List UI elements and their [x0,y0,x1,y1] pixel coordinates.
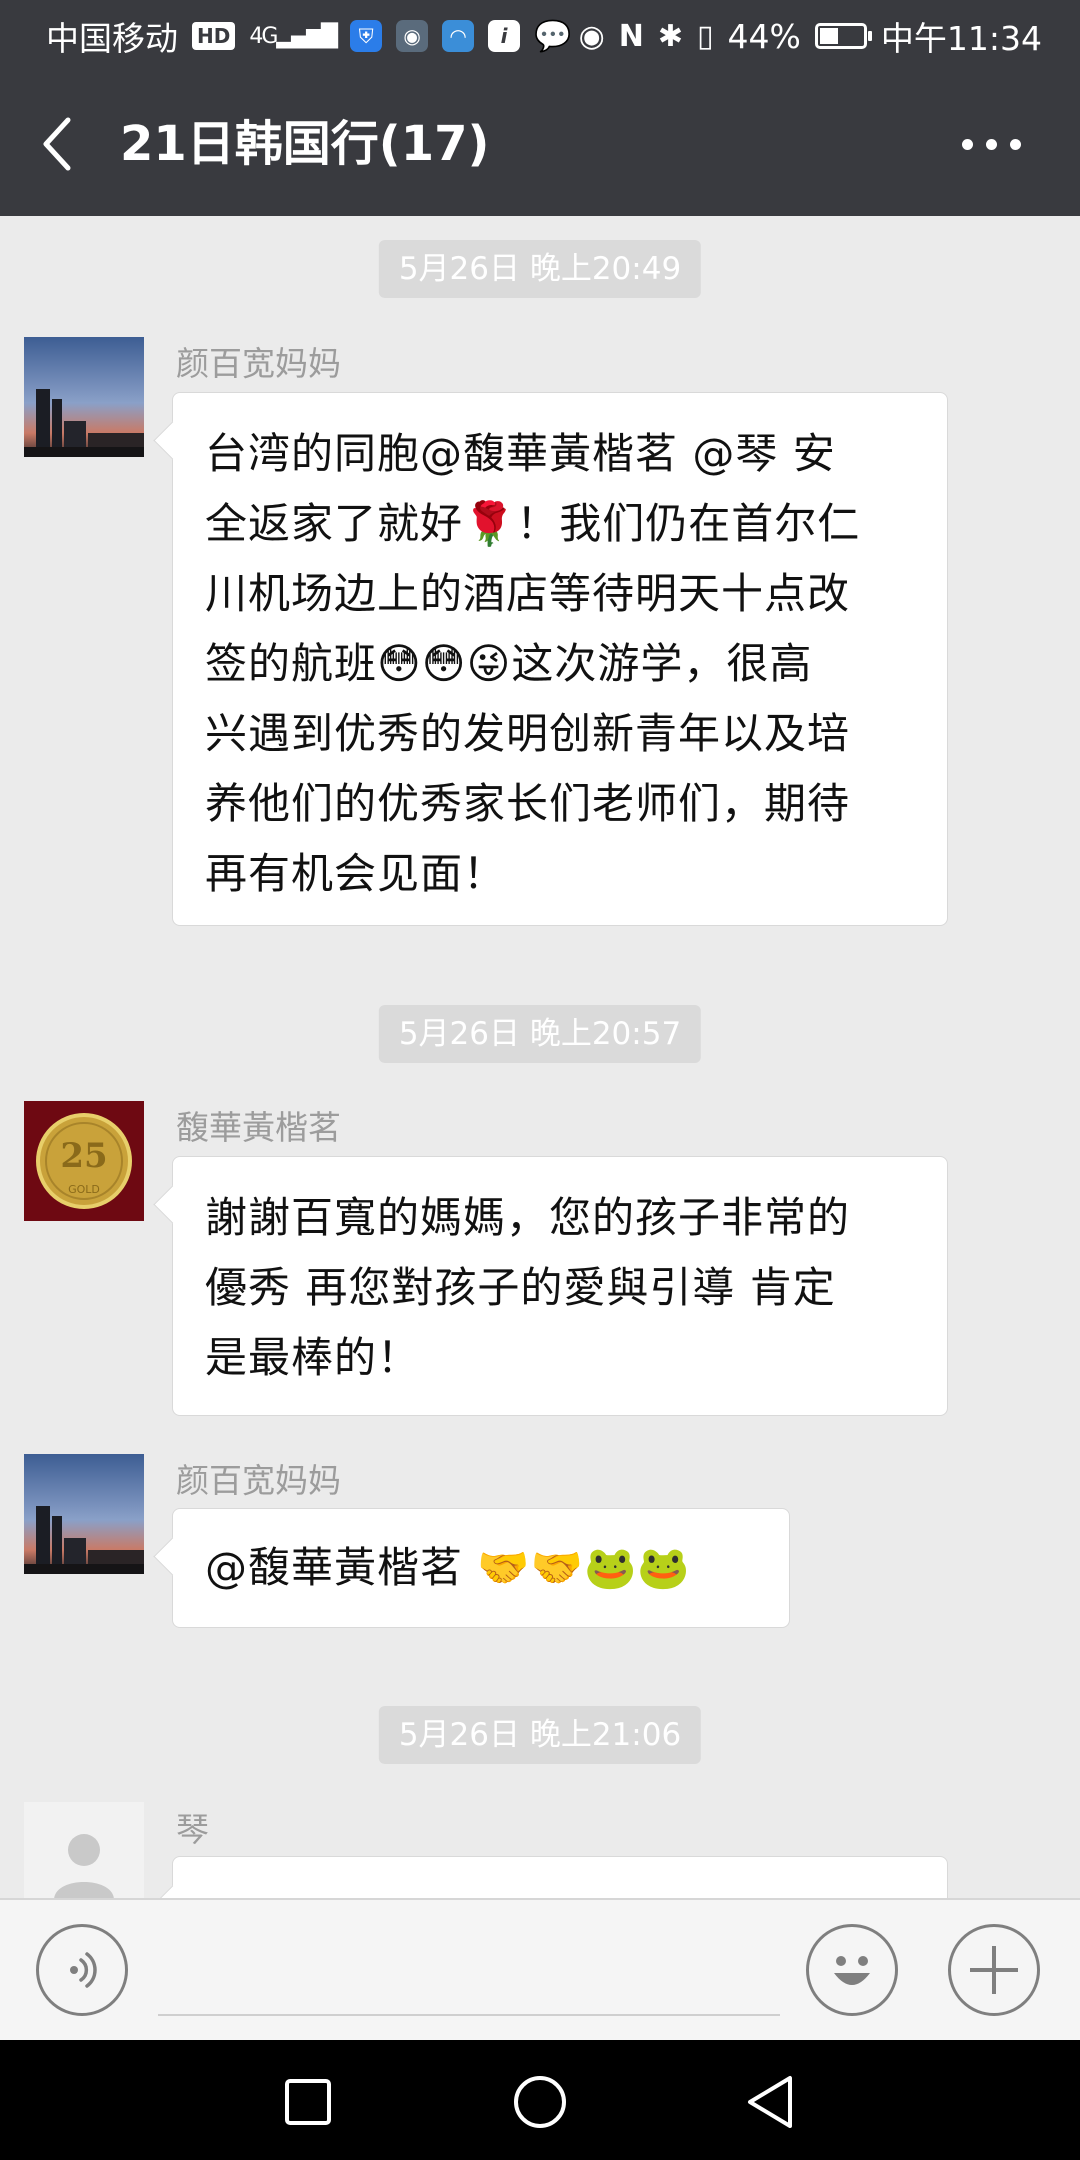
app-icon: ◉ [396,20,429,52]
message-line: 台湾的同胞@馥華黃楷茗 @琴 安 [205,429,836,478]
network-label: 4G [249,23,278,49]
chevron-left-icon[interactable] [38,114,74,174]
chat-bubble-icon: 💬 [534,18,572,54]
message-text: @馥華黃楷茗 🤝🤝🐸🐸 [205,1543,691,1592]
more-horizontal-icon[interactable] [962,130,1022,158]
clock: 中午11:34 [880,19,1042,58]
plus-icon[interactable] [948,1924,1040,2016]
chat-title: 21日韩国行(17) [120,116,490,172]
hd-icon: HD [192,22,236,50]
shield-app-icon: ⛨ [350,20,383,52]
battery-fill [819,28,839,44]
battery-percent: 44% [727,16,801,56]
message-line: 優秀 再您對孩子的愛與引導 肯定 [205,1263,836,1312]
sender-name: 颜百宽妈妈 [176,344,341,383]
avatar-number: 25 [60,1136,107,1176]
sender-name: 琴 [176,1810,209,1849]
timestamp: 5月26日 晚上21:06 [378,1706,702,1764]
message-line: 养他们的优秀家长们老师们，期待 [205,779,851,828]
back-triangle-icon[interactable] [744,2074,796,2130]
recents-square-icon[interactable] [284,2078,332,2126]
signal-icon: 4G▂▄▆█ [249,23,338,49]
sender-name: 馥華黃楷茗 [176,1108,341,1147]
dot [986,138,997,150]
navigation-bar [0,2040,1080,2160]
smiley-icon[interactable] [806,1924,898,2016]
plus-glyph [970,1946,1018,1994]
status-bar: 中国移动 HD 4G▂▄▆█ ⛨ ◉ ◠ i 💬 ◉ N ✱ ▯ 44% 中午1… [0,0,1080,72]
default-user-icon [24,1802,144,1898]
bluetooth-icon: ✱ [657,18,684,54]
status-left: 中国移动 HD 4G▂▄▆█ ⛨ ◉ ◠ i 💬 [46,12,571,60]
timestamp: 5月26日 晚上20:49 [378,240,702,298]
avatar[interactable] [24,1454,144,1574]
nfc-icon: N [618,18,644,54]
sender-name: 颜百宽妈妈 [176,1461,341,1500]
city-sunset-avatar-image [24,1454,144,1574]
message-line: 兴遇到优秀的发明创新青年以及培 [205,709,851,758]
message-list[interactable]: 5月26日 晚上20:49 颜百宽妈妈 台湾的同胞@馥華黃楷茗 @琴 安 全返家… [0,216,1080,1898]
timestamp: 5月26日 晚上20:57 [378,1005,702,1063]
dot [1010,138,1021,150]
home-circle-icon[interactable] [512,2074,568,2130]
avatar[interactable]: 25 GOLD [24,1101,144,1221]
eye-icon: ◉ [578,18,605,54]
gold-coin-avatar-image: 25 GOLD [24,1101,144,1221]
avatar[interactable] [24,1802,144,1898]
message-bubble[interactable]: 謝謝百寬的媽媽，您的孩子非常的 優秀 再您對孩子的愛與引導 肯定 是最棒的！ [172,1156,948,1416]
voice-icon[interactable] [36,1924,128,2016]
message-bubble[interactable]: 台湾的同胞@馥華黃楷茗 @琴 安 全返家了就好🌹！我们仍在首尔仁 川机场边上的酒… [172,392,948,926]
message-line: 签的航班😳😳😜这次游学，很高 [205,639,813,688]
info-app-icon: i [488,20,521,52]
city-sunset-avatar-image [24,337,144,457]
chat-header: 21日韩国行(17) [0,72,1080,216]
smiley-glyph [834,1956,870,1985]
voice-wave-glyph [70,1952,97,1988]
message-input[interactable] [158,2014,780,2016]
avatar[interactable] [24,337,144,457]
message-bubble[interactable] [172,1856,948,1898]
message-bubble[interactable]: @馥華黃楷茗 🤝🤝🐸🐸 [172,1508,790,1628]
carrier-label: 中国移动 [46,19,178,58]
avatar-sub: GOLD [68,1183,100,1196]
app-icon: ◠ [442,20,475,52]
message-line: 是最棒的！ [205,1333,421,1382]
message-line: 全返家了就好🌹！我们仍在首尔仁 [205,499,861,548]
battery-icon [814,23,872,49]
message-line: 川机场边上的酒店等待明天十点改 [205,569,851,618]
status-right: ◉ N ✱ ▯ 44% 中午11:34 [579,12,1042,60]
message-line: 再有机会见面！ [205,849,507,898]
vibrate-icon: ▯ [697,18,714,54]
input-bar [0,1898,1080,2040]
message-line: 謝謝百寬的媽媽，您的孩子非常的 [205,1193,851,1242]
dot [962,138,973,150]
